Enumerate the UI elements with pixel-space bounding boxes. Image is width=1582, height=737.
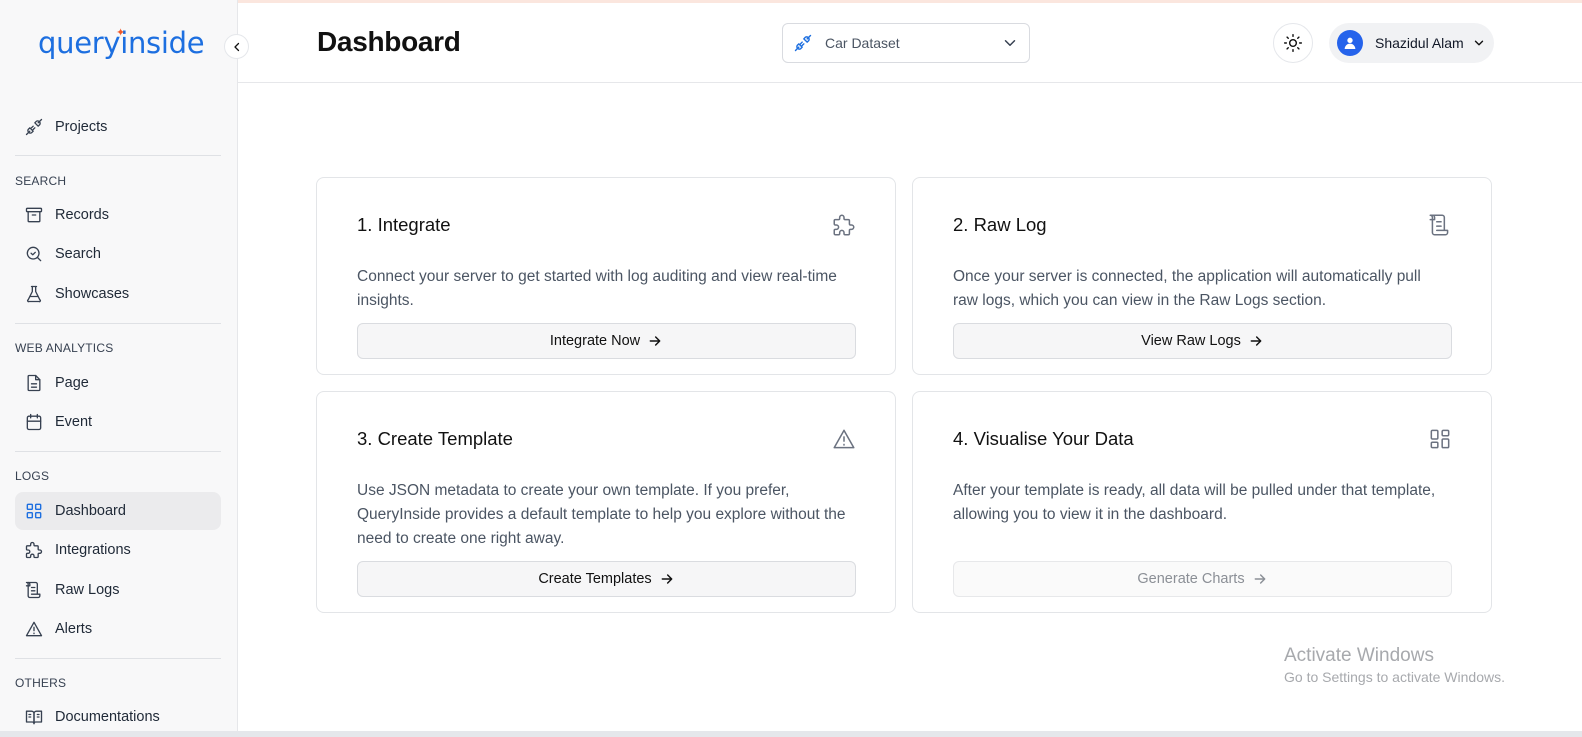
divider [15,451,221,452]
dashboard-grid-icon [1427,426,1453,452]
chevron-left-icon [231,41,243,53]
view-raw-logs-button[interactable]: View Raw Logs [953,323,1452,359]
puzzle-icon [23,539,45,561]
file-text-icon [23,372,45,394]
puzzle-icon [831,212,857,238]
sidebar-item-label: Integrations [55,542,131,558]
sidebar-item-dashboard[interactable]: Dashboard [15,492,221,530]
header: Dashboard Car Dataset Shazidul Alam [238,3,1582,83]
section-heading-logs: LOGS [15,469,50,483]
sidebar-item-page[interactable]: Page [15,364,221,402]
sidebar-item-records[interactable]: Records [15,196,221,234]
card-create-template: 3. Create Template Use JSON metadata to … [316,391,896,613]
card-integrate: 1. Integrate Connect your server to get … [316,177,896,375]
sidebar-item-label: Showcases [55,286,130,302]
card-description: After your template is ready, all data w… [953,482,1436,523]
scroll-icon [23,579,45,601]
sidebar-item-integrations[interactable]: Integrations [15,531,221,569]
divider [15,155,221,156]
page-title: Dashboard [317,26,461,57]
book-icon [23,706,45,728]
divider [15,658,221,659]
chevron-down-icon [1472,36,1486,50]
create-templates-button[interactable]: Create Templates [357,561,856,597]
avatar [1337,30,1363,56]
sidebar-item-label: Raw Logs [55,582,120,598]
card-description: Connect your server to get started with … [357,268,837,309]
chevron-down-icon [1001,34,1019,52]
scroll-icon [1427,212,1453,238]
theme-toggle-button[interactable] [1273,23,1313,63]
section-heading-search: SEARCH [15,174,67,188]
button-label: Integrate Now [549,333,641,349]
arrow-right-icon [659,571,675,587]
arrow-right-icon [1252,571,1268,587]
sidebar-item-label: Page [55,375,89,391]
section-heading-others: OTHERS [15,676,67,690]
card-title: 1. Integrate [357,214,451,235]
sidebar-item-alerts[interactable]: Alerts [15,610,221,648]
user-menu[interactable]: Shazidul Alam [1329,23,1494,63]
sidebar-item-event[interactable]: Event [15,403,221,441]
sidebar-item-label: Search [55,246,101,262]
section-heading-web-analytics: WEB ANALYTICS [15,341,114,355]
divider [15,323,221,324]
card-title: 3. Create Template [357,428,513,449]
collapse-sidebar-button[interactable] [224,34,249,59]
card-title: 2. Raw Log [953,214,1047,235]
plug-icon [793,33,813,53]
card-title: 4. Visualise Your Data [953,428,1134,449]
sidebar: queryinside ✦ Projects SEARCH Records Se… [0,0,238,737]
alert-triangle-icon [23,618,45,640]
user-name: Shazidul Alam [1375,35,1464,51]
card-visualise-data: 4. Visualise Your Data After your templa… [912,391,1492,613]
sidebar-item-projects[interactable]: Projects [15,108,221,146]
search-icon [23,243,45,265]
bottom-bar [0,731,1582,737]
plug-icon [23,116,45,138]
flask-icon [23,283,45,305]
activate-windows-watermark: Activate Windows [1284,645,1434,666]
calendar-icon [23,411,45,433]
sidebar-item-label: Event [55,414,93,430]
sidebar-item-label: Documentations [55,709,160,725]
card-description: Once your server is connected, the appli… [953,268,1421,309]
arrow-right-icon [647,333,663,349]
dataset-select[interactable]: Car Dataset [782,23,1030,63]
button-label: View Raw Logs [1141,333,1241,349]
sidebar-item-label: Alerts [55,621,93,637]
arrow-right-icon [1248,333,1264,349]
sun-icon [1283,33,1303,53]
button-label: Create Templates [538,571,652,587]
sidebar-item-raw-logs[interactable]: Raw Logs [15,571,221,609]
card-raw-log: 2. Raw Log Once your server is connected… [912,177,1492,375]
dashboard-icon [23,500,45,522]
generate-charts-button[interactable]: Generate Charts [953,561,1452,597]
integrate-now-button[interactable]: Integrate Now [357,323,856,359]
button-label: Generate Charts [1137,571,1245,587]
activate-windows-subtext: Go to Settings to activate Windows. [1284,669,1505,685]
sidebar-item-search[interactable]: Search [15,235,221,273]
card-description: Use JSON metadata to create your own tem… [357,482,846,547]
sidebar-item-label: Records [55,207,109,223]
dataset-select-value: Car Dataset [825,35,900,51]
alert-triangle-icon [831,426,857,452]
archive-icon [23,204,45,226]
sidebar-item-label: Projects [55,119,108,135]
sidebar-item-label: Dashboard [55,503,126,519]
sidebar-item-showcases[interactable]: Showcases [15,275,221,313]
logo-spark-icon: ✦ [116,27,126,39]
